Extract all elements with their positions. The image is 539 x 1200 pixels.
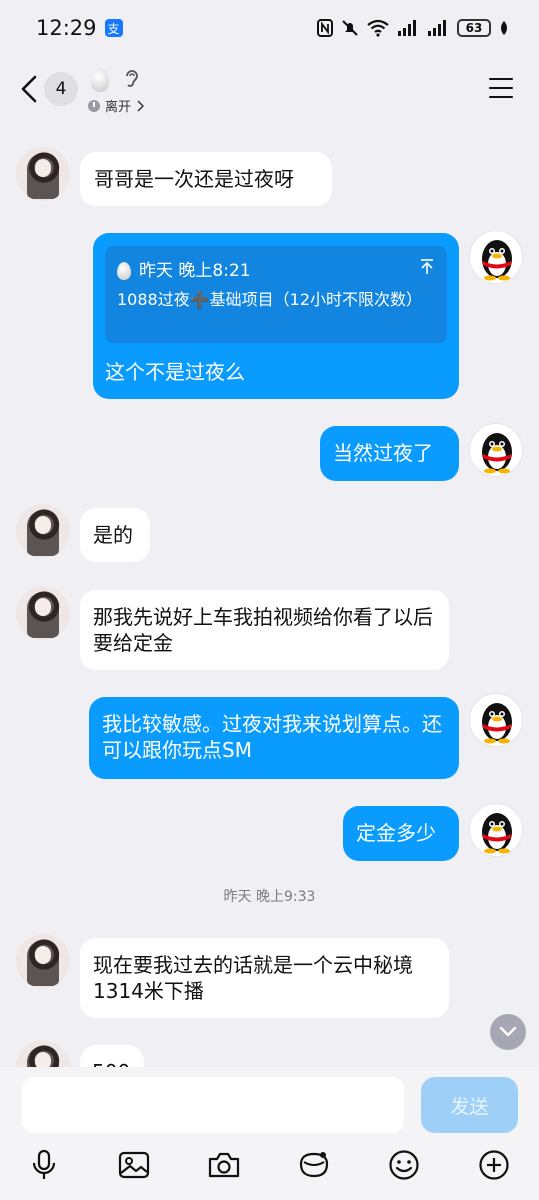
- ear-icon[interactable]: [124, 68, 140, 90]
- jump-to-message-icon[interactable]: [419, 258, 435, 276]
- message-text: 这个不是过夜么: [105, 360, 245, 384]
- message-bubble-incoming[interactable]: 是的: [80, 508, 150, 562]
- clock-icon: [88, 99, 100, 112]
- message-text: 那我先说好上车我拍视频给你看了以后要给定金: [93, 605, 433, 655]
- chevron-down-icon: [499, 1026, 517, 1037]
- battery-level: 63: [457, 19, 491, 37]
- unread-count-badge[interactable]: 4: [44, 72, 78, 106]
- message-input[interactable]: [22, 1077, 404, 1133]
- signal-icon-2: [428, 20, 446, 36]
- contact-avatar[interactable]: [16, 147, 70, 201]
- penguin-icon: [482, 433, 512, 474]
- plus-icon[interactable]: [474, 1145, 514, 1185]
- message-text: 现在要我过去的话就是一个云中秘境1314米下播: [93, 953, 413, 1003]
- egg-icon: [117, 262, 131, 280]
- chevron-right-icon: [137, 99, 145, 112]
- contact-nickname-egg-icon[interactable]: [91, 68, 109, 92]
- my-avatar[interactable]: [469, 693, 523, 747]
- alipay-notification-icon: 支: [104, 19, 123, 37]
- camera-icon[interactable]: [204, 1145, 244, 1185]
- presence-status[interactable]: 离开: [88, 96, 145, 115]
- leaf-icon: [501, 21, 507, 35]
- contact-avatar[interactable]: [16, 934, 70, 988]
- clock-time: 12:29: [36, 16, 97, 40]
- quote-meta: 昨天 晚上8:21: [139, 261, 251, 281]
- message-bubble-incoming[interactable]: 现在要我过去的话就是一个云中秘境1314米下播: [80, 938, 449, 1018]
- message-bubble-outgoing[interactable]: 我比较敏感。过夜对我来说划算点。还可以跟你玩点SM: [89, 697, 459, 779]
- nfc-icon: [317, 19, 333, 37]
- my-avatar[interactable]: [469, 230, 523, 284]
- menu-icon[interactable]: [489, 78, 513, 98]
- mute-icon: [342, 20, 358, 36]
- send-button[interactable]: 发送: [421, 1077, 518, 1133]
- scroll-to-bottom-button[interactable]: [490, 1014, 526, 1050]
- my-avatar[interactable]: [469, 423, 523, 477]
- status-icons: 63: [317, 19, 509, 37]
- message-bubble-outgoing-with-quote[interactable]: 昨天 晚上8:21 1088过夜➕基础项目（12小时不限次数） 这个不是过夜么: [93, 233, 459, 399]
- emoji-icon[interactable]: [384, 1145, 424, 1185]
- message-bubble-incoming[interactable]: 哥哥是一次还是过夜呀: [80, 152, 332, 206]
- microphone-icon[interactable]: [24, 1145, 64, 1185]
- message-text: 当然过夜了: [333, 441, 433, 465]
- status-bar: 12:29 支 63: [0, 0, 539, 56]
- time-divider: 昨天 晚上9:33: [223, 889, 316, 905]
- message-text: 我比较敏感。过夜对我来说划算点。还可以跟你玩点SM: [102, 712, 442, 762]
- contact-avatar[interactable]: [16, 586, 70, 640]
- signal-icon-1: [398, 20, 416, 36]
- composer-toolbar: [0, 1145, 539, 1185]
- message-text: 是的: [93, 523, 133, 547]
- penguin-icon: [482, 240, 512, 281]
- message-bubble-outgoing[interactable]: 当然过夜了: [320, 426, 459, 481]
- back-arrow-icon[interactable]: [18, 74, 40, 104]
- presence-label: 离开: [105, 100, 132, 115]
- penguin-icon: [482, 813, 512, 854]
- contact-avatar[interactable]: [16, 504, 70, 558]
- composer: 发送: [0, 1067, 539, 1200]
- image-icon[interactable]: [114, 1145, 154, 1185]
- penguin-icon: [482, 703, 512, 744]
- my-avatar[interactable]: [469, 803, 523, 857]
- wifi-icon: [367, 19, 389, 37]
- red-packet-icon[interactable]: [294, 1145, 334, 1185]
- quote-header: 昨天 晚上8:21: [117, 258, 251, 284]
- chat-header: 4 离开: [0, 60, 539, 122]
- quoted-message[interactable]: 昨天 晚上8:21 1088过夜➕基础项目（12小时不限次数）: [105, 246, 447, 343]
- message-text: 定金多少: [356, 821, 436, 845]
- message-text: 哥哥是一次还是过夜呀: [94, 167, 294, 191]
- message-bubble-incoming[interactable]: 那我先说好上车我拍视频给你看了以后要给定金: [80, 590, 449, 670]
- quote-text: 1088过夜➕基础项目（12小时不限次数）: [117, 290, 423, 309]
- message-bubble-outgoing[interactable]: 定金多少: [343, 806, 459, 861]
